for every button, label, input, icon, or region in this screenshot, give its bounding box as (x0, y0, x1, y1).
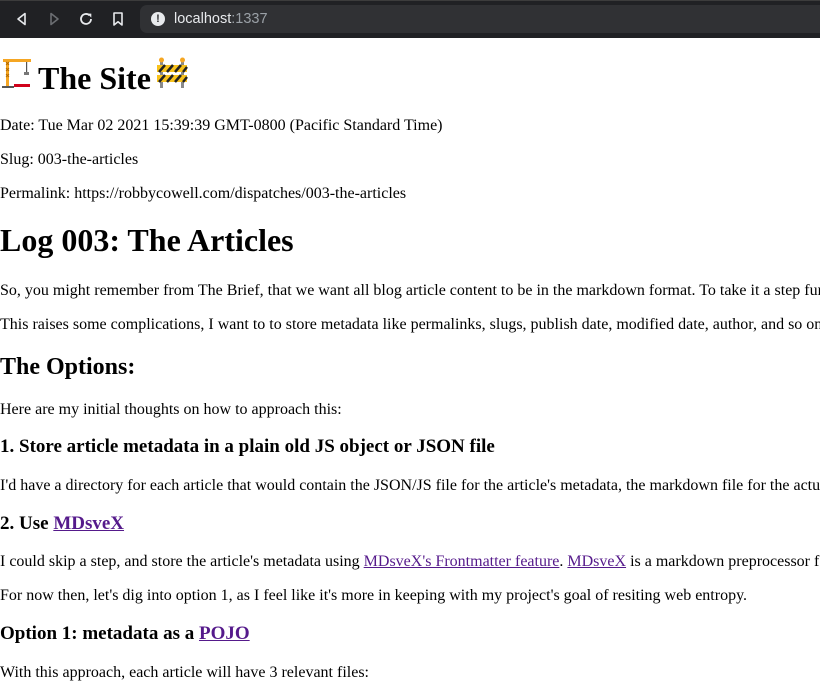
option2-text: I could skip a step, and store the artic… (0, 552, 819, 572)
browser-toolbar: ! localhost:1337 (0, 0, 820, 38)
construction-barrier-icon (155, 56, 189, 99)
paragraph-intro: So, you might remember from The Brief, t… (0, 282, 820, 299)
option1-text: I'd have a directory for each article th… (0, 477, 820, 494)
site-title: The Site (0, 56, 189, 99)
back-icon[interactable] (11, 8, 33, 30)
reload-icon[interactable] (75, 8, 97, 30)
option2-heading-prefix: 2. Use (0, 513, 54, 534)
pojo-link[interactable]: POJO (199, 623, 250, 644)
option1-detail-prefix: Option 1: metadata as a (0, 623, 199, 644)
options-intro: Here are my initial thoughts on how to a… (0, 401, 342, 418)
meta-slug: Slug: 003-the-articles (0, 151, 139, 168)
meta-permalink: Permalink: https://robbycowell.com/dispa… (0, 185, 407, 202)
mdsvex-frontmatter-link[interactable]: MDsveX's Frontmatter feature (364, 553, 560, 570)
options-heading: The Options: (0, 354, 136, 380)
bookmark-icon[interactable] (107, 8, 129, 30)
site-title-text: The Site (38, 59, 151, 96)
option1-detail-heading: Option 1: metadata as a POJO (0, 622, 250, 646)
url-host: localhost (174, 11, 232, 27)
address-bar[interactable]: ! localhost:1337 (140, 5, 820, 33)
toolbar-top-border (0, 0, 820, 1)
meta-date: Date: Tue Mar 02 2021 15:39:39 GMT-0800 … (0, 117, 443, 134)
url-port: :1337 (231, 11, 268, 27)
option2-heading: 2. Use MDsveX (0, 512, 124, 536)
article-title: Log 003: The Articles (0, 222, 294, 258)
approach-text: With this approach, each article will ha… (0, 664, 369, 681)
mdsvex-link[interactable]: MDsveX (567, 553, 626, 570)
option2-text-prefix: I could skip a step, and store the artic… (0, 553, 364, 570)
mdsvex-heading-link[interactable]: MDsveX (53, 513, 124, 534)
option1-heading: 1. Store article metadata in a plain old… (0, 436, 495, 457)
construction-crane-icon (0, 56, 34, 99)
forward-icon[interactable] (43, 8, 65, 30)
decision-text: For now then, let's dig into option 1, a… (0, 587, 748, 604)
site-info-icon[interactable]: ! (151, 12, 165, 26)
option2-text-suffix: is a markdown preprocessor f (626, 553, 820, 570)
paragraph-complications: This raises some complications, I want t… (0, 316, 820, 333)
